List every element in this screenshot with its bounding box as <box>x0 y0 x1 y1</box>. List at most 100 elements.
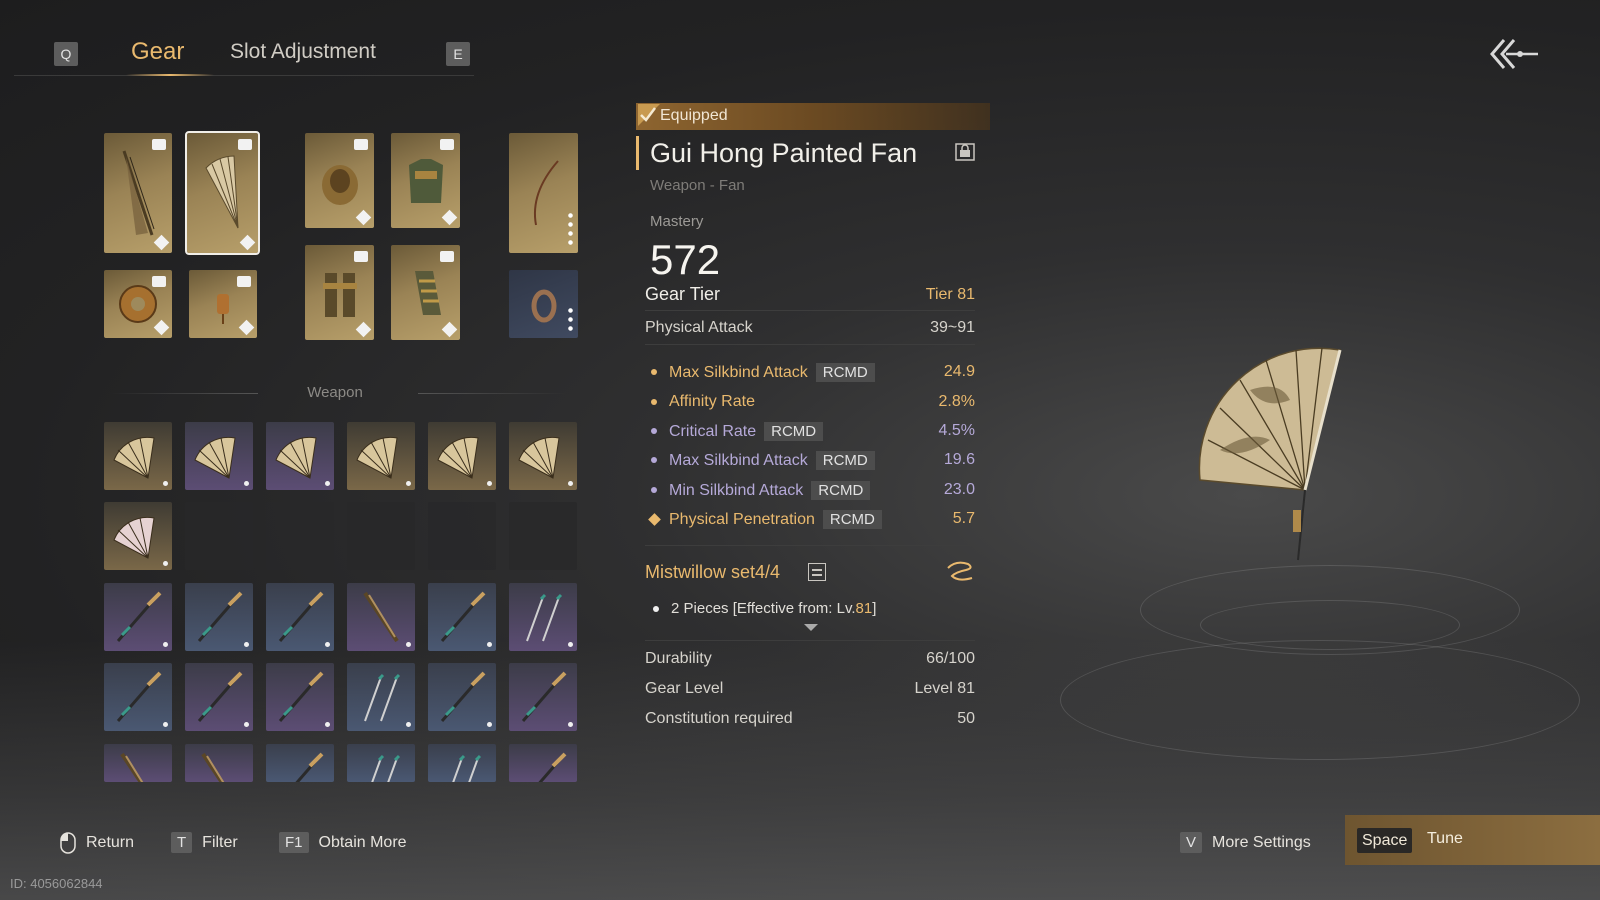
empty-inventory-slot <box>266 502 334 570</box>
bullet-icon <box>651 399 657 405</box>
next-tab-key[interactable]: E <box>446 42 470 66</box>
inventory-item[interactable] <box>266 583 334 651</box>
armor-slot-legs[interactable] <box>305 245 374 340</box>
inventory-item[interactable] <box>509 422 577 490</box>
inventory-item[interactable] <box>104 663 172 731</box>
spear-weapon-icon <box>197 591 243 642</box>
empty-inventory-slot <box>347 502 415 570</box>
inventory-item[interactable] <box>185 663 253 731</box>
obtain-label: Obtain More <box>318 833 407 851</box>
tab-gear[interactable]: Gear <box>131 38 184 66</box>
inventory-item[interactable] <box>185 583 253 651</box>
substat-name: Critical Rate RCMD <box>669 422 824 441</box>
inventory-item[interactable] <box>509 744 577 782</box>
substat-value: 19.6 <box>943 451 975 468</box>
spear-weapon-icon <box>538 752 567 782</box>
bracer-armor-icon <box>414 270 441 315</box>
umbrella-weapon-icon <box>120 752 144 782</box>
inventory-item[interactable] <box>266 663 334 731</box>
prev-tab-key[interactable]: Q <box>54 42 78 66</box>
item-pip-icon <box>487 642 492 647</box>
more-settings-hint[interactable]: V More Settings <box>1180 832 1311 853</box>
inventory-item[interactable] <box>509 583 577 651</box>
item-pip-icon <box>487 481 492 486</box>
set-effect-prefix: 2 Pieces [Effective from: Lv. <box>671 600 856 617</box>
inventory-section-label: Weapon <box>307 384 363 401</box>
item-pip-icon <box>406 722 411 727</box>
substat-label: Physical Penetration <box>669 511 815 528</box>
stat-divider <box>645 640 975 641</box>
substat-value: 2.8% <box>938 393 975 410</box>
empty-inventory-slot <box>509 502 577 570</box>
fan-weapon-icon <box>204 155 238 229</box>
expand-arrow-icon[interactable] <box>804 624 818 631</box>
checkmark-icon <box>638 104 660 126</box>
armor-slot-chest[interactable] <box>391 133 460 228</box>
inventory-item[interactable] <box>185 744 253 782</box>
tune-button[interactable]: Space Tune <box>1345 815 1600 865</box>
accessory-slot-disc[interactable] <box>104 270 172 338</box>
inventory-item[interactable] <box>428 744 496 782</box>
obtain-more-hint[interactable]: F1 Obtain More <box>279 832 407 853</box>
bow-slot[interactable] <box>509 133 578 253</box>
durability-row: Durability 66/100 <box>645 648 975 672</box>
accessory-slot-pendant[interactable] <box>189 270 257 338</box>
item-pip-icon <box>325 481 330 486</box>
item-type: Weapon - Fan <box>650 177 745 194</box>
inventory-item[interactable] <box>428 422 496 490</box>
lock-icon[interactable] <box>955 143 975 161</box>
inventory-item[interactable] <box>266 422 334 490</box>
inventory-item[interactable] <box>104 422 172 490</box>
inventory-item[interactable] <box>104 502 172 570</box>
inventory-item[interactable] <box>266 744 334 782</box>
weapon-slot-fan[interactable] <box>185 131 260 255</box>
stat-divider <box>645 344 975 345</box>
ring-tool-icon <box>531 289 556 323</box>
armor-slot-head[interactable] <box>305 133 374 228</box>
inventory-item[interactable] <box>104 583 172 651</box>
return-hint[interactable]: Return <box>60 832 134 854</box>
armor-slot-arms[interactable] <box>391 245 460 340</box>
inventory-item[interactable] <box>347 663 415 731</box>
recommended-badge: RCMD <box>815 363 875 382</box>
weapon-slot-umbrella[interactable] <box>104 133 172 253</box>
inventory-item[interactable] <box>347 422 415 490</box>
filter-hint[interactable]: T Filter <box>171 832 238 853</box>
water-ripple <box>1060 640 1580 760</box>
umbrella-weapon-icon <box>122 150 155 236</box>
tab-slot-adjustment[interactable]: Slot Adjustment <box>230 40 376 64</box>
spear-weapon-icon <box>278 671 324 722</box>
water-ripple <box>1200 600 1460 650</box>
set-bonus-title[interactable]: Mistwillow set4/4 <box>645 562 780 583</box>
tune-key: Space <box>1357 828 1413 853</box>
item-pip-icon <box>244 642 249 647</box>
inventory-item[interactable] <box>428 663 496 731</box>
item-pip-icon <box>406 642 411 647</box>
fan-3d-preview[interactable] <box>1180 330 1380 590</box>
back-arrow-icon[interactable] <box>1490 34 1540 74</box>
tool-slot[interactable] <box>509 270 578 338</box>
substat-name: Max Silkbind Attack RCMD <box>669 451 875 470</box>
inventory-item[interactable] <box>428 583 496 651</box>
gem-socket-icon <box>441 209 458 226</box>
active-tab-indicator <box>126 74 214 76</box>
physical-attack-label: Physical Attack <box>645 319 753 336</box>
substat-row: Critical Rate RCMD 4.5% <box>645 420 975 444</box>
bullet-icon <box>651 487 657 493</box>
substat-row: Max Silkbind Attack RCMD 24.9 <box>645 361 975 385</box>
gem-socket-icon <box>238 319 255 336</box>
durability-value: 66/100 <box>926 650 975 667</box>
gear-tier-row: Gear Tier Tier 81 <box>645 284 975 308</box>
spear-weapon-icon <box>295 752 324 782</box>
item-pip-icon <box>163 481 168 486</box>
dual-blade-weapon-icon <box>452 754 482 782</box>
inventory-item[interactable] <box>509 663 577 731</box>
inventory-item[interactable] <box>347 583 415 651</box>
set-details-icon[interactable] <box>808 563 826 581</box>
mastery-value: 572 <box>650 236 721 283</box>
inventory-item[interactable] <box>104 744 172 782</box>
substat-value: 23.0 <box>943 481 975 498</box>
recommended-badge: RCMD <box>815 451 875 470</box>
inventory-item[interactable] <box>347 744 415 782</box>
inventory-item[interactable] <box>185 422 253 490</box>
